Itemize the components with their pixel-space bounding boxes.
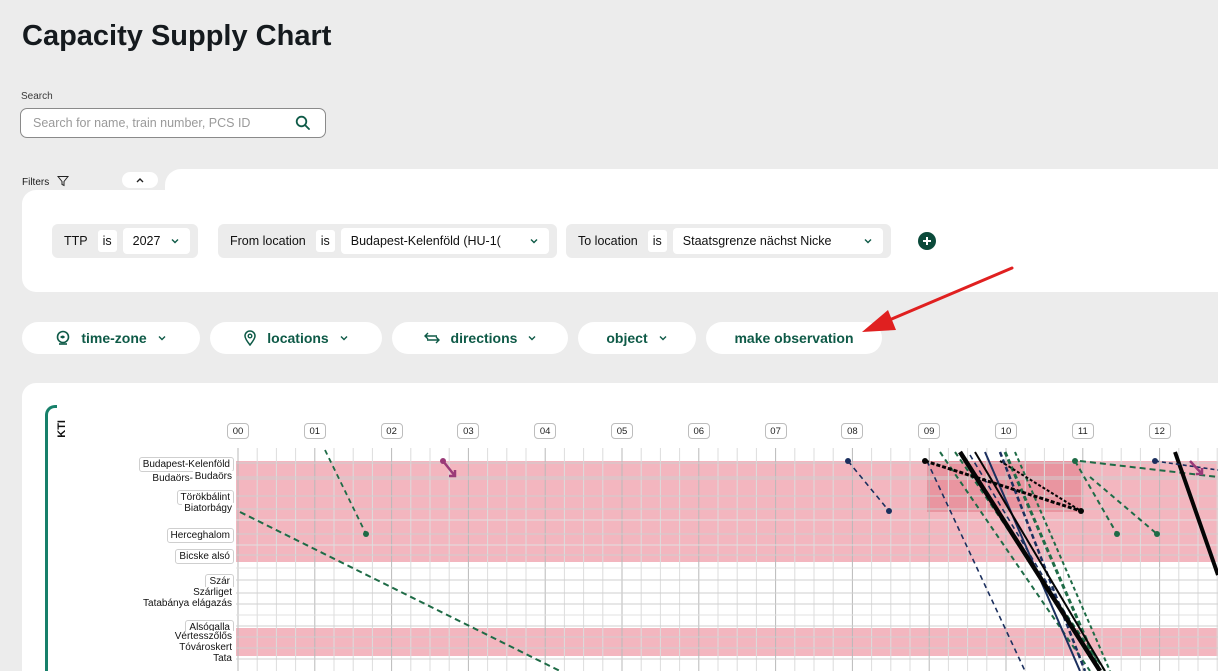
location-label: Tata	[211, 653, 234, 664]
hour-tick: 03	[457, 423, 480, 439]
train-stop	[1152, 458, 1158, 464]
train-stop	[440, 458, 446, 464]
train-stop	[845, 458, 851, 464]
train-stop	[1114, 531, 1120, 537]
location-label: Budapest-Kelenföld	[138, 457, 234, 472]
train-stop	[886, 508, 892, 514]
location-label: Tatabánya elágazás	[141, 598, 234, 609]
location-label: Tóvároskert	[177, 642, 234, 653]
location-label: Szárliget	[191, 587, 234, 598]
hour-tick: 07	[764, 423, 787, 439]
train-stop	[1078, 508, 1084, 514]
hour-tick: 05	[611, 423, 633, 439]
train-stop	[922, 458, 928, 464]
hour-tick: 01	[303, 423, 326, 439]
hour-tick: 00	[227, 423, 249, 439]
hour-tick: 09	[918, 423, 941, 439]
hour-tick: 04	[534, 423, 557, 439]
location-label: Bicske alsó	[175, 549, 234, 564]
train-stop	[363, 531, 369, 537]
location-label: Herceghalom	[166, 528, 234, 543]
location-label: Budaörs-	[150, 473, 195, 484]
capacity-chart[interactable]	[0, 0, 1218, 671]
location-label: Biatorbágy	[182, 503, 234, 514]
hour-tick: 08	[841, 423, 864, 439]
train-stop	[1154, 531, 1160, 537]
hour-tick: 06	[687, 423, 710, 439]
train-stop	[1072, 458, 1078, 464]
hour-tick: 12	[1148, 423, 1171, 439]
location-label: Budaörs	[192, 471, 234, 482]
hour-tick: 11	[1071, 423, 1094, 439]
hour-tick: 10	[995, 423, 1017, 439]
hour-tick: 02	[380, 423, 403, 439]
location-label: Vértesszőlős	[172, 631, 234, 642]
